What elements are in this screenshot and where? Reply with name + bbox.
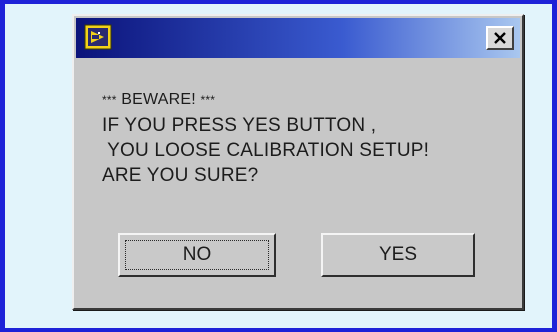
no-button[interactable]: NO [118,233,276,277]
outer-frame: *** BEWARE! *** IF YOU PRESS YES BUTTON … [0,0,557,332]
dialog-message: *** BEWARE! *** IF YOU PRESS YES BUTTON … [102,86,512,188]
dialog-titlebar[interactable] [76,18,520,58]
no-button-label: NO [182,244,212,265]
warning-stars-left: *** [102,93,117,107]
message-line-1: *** BEWARE! *** [102,86,512,113]
confirm-dialog: *** BEWARE! *** IF YOU PRESS YES BUTTON … [72,14,524,310]
yes-button[interactable]: YES [321,233,475,277]
message-line-4: ARE YOU SURE? [102,165,259,186]
background-panel: *** BEWARE! *** IF YOU PRESS YES BUTTON … [5,4,552,328]
warning-stars-right: *** [200,93,216,107]
app-icon [84,24,112,50]
close-button[interactable] [486,26,514,50]
yes-button-label: YES [378,244,418,265]
close-icon [494,32,506,44]
message-line-2: IF YOU PRESS YES BUTTON , [102,115,377,136]
warning-heading: BEWARE! [116,91,201,108]
message-line-3: YOU LOOSE CALIBRATION SETUP! [102,140,430,161]
